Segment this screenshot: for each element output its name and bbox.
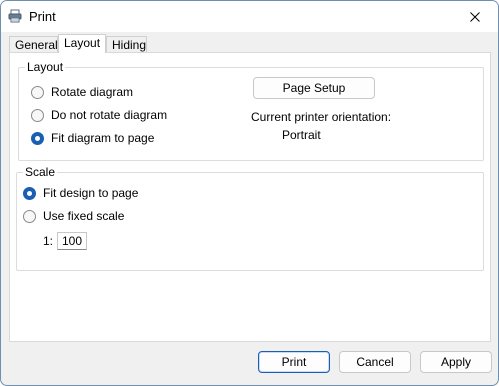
- fit-design-radio[interactable]: [23, 186, 36, 200]
- fixed-scale-label: Use fixed scale: [43, 209, 125, 223]
- tab-layout[interactable]: Layout: [58, 34, 106, 53]
- window-title: Print: [29, 9, 56, 24]
- scale-input[interactable]: [57, 232, 87, 250]
- page-setup-button[interactable]: Page Setup: [253, 77, 375, 99]
- layout-tab-panel: Layout Rotate diagram Do not rotate diag…: [9, 52, 491, 342]
- orientation-value: Portrait: [282, 128, 321, 142]
- fit-design-label: Fit design to page: [43, 186, 139, 200]
- fixed-scale-radio[interactable]: [23, 209, 36, 223]
- close-button[interactable]: [452, 1, 498, 32]
- print-dialog: Print General Layout Hiding Layout Rotat…: [0, 0, 499, 386]
- layout-group-legend: Layout: [25, 60, 66, 74]
- cancel-button[interactable]: Cancel: [339, 351, 411, 373]
- fixed-scale-option[interactable]: Use fixed scale: [23, 208, 124, 224]
- tab-general[interactable]: General: [9, 36, 58, 52]
- rotate-diagram-option[interactable]: Rotate diagram: [31, 84, 133, 100]
- apply-button[interactable]: Apply: [420, 351, 492, 373]
- fit-diagram-radio[interactable]: [31, 131, 44, 145]
- fit-design-option[interactable]: Fit design to page: [23, 185, 138, 201]
- fit-diagram-label: Fit diagram to page: [51, 131, 155, 145]
- close-icon: [470, 11, 480, 22]
- scale-group: Scale Fit design to page Use fixed scale…: [16, 165, 484, 271]
- do-not-rotate-option[interactable]: Do not rotate diagram: [31, 107, 167, 123]
- do-not-rotate-label: Do not rotate diagram: [51, 108, 168, 122]
- print-button[interactable]: Print: [258, 351, 330, 373]
- layout-group: Layout Rotate diagram Do not rotate diag…: [18, 60, 484, 161]
- rotate-diagram-radio[interactable]: [31, 85, 44, 99]
- tab-hiding[interactable]: Hiding: [106, 36, 147, 52]
- orientation-label: Current printer orientation:: [251, 110, 392, 124]
- printer-icon: [8, 9, 22, 23]
- rotate-diagram-label: Rotate diagram: [51, 85, 134, 99]
- scale-prefix: 1:: [43, 234, 54, 248]
- title-bar[interactable]: Print: [1, 1, 498, 32]
- scale-group-legend: Scale: [23, 165, 58, 179]
- do-not-rotate-radio[interactable]: [31, 108, 44, 122]
- fit-diagram-option[interactable]: Fit diagram to page: [31, 130, 154, 146]
